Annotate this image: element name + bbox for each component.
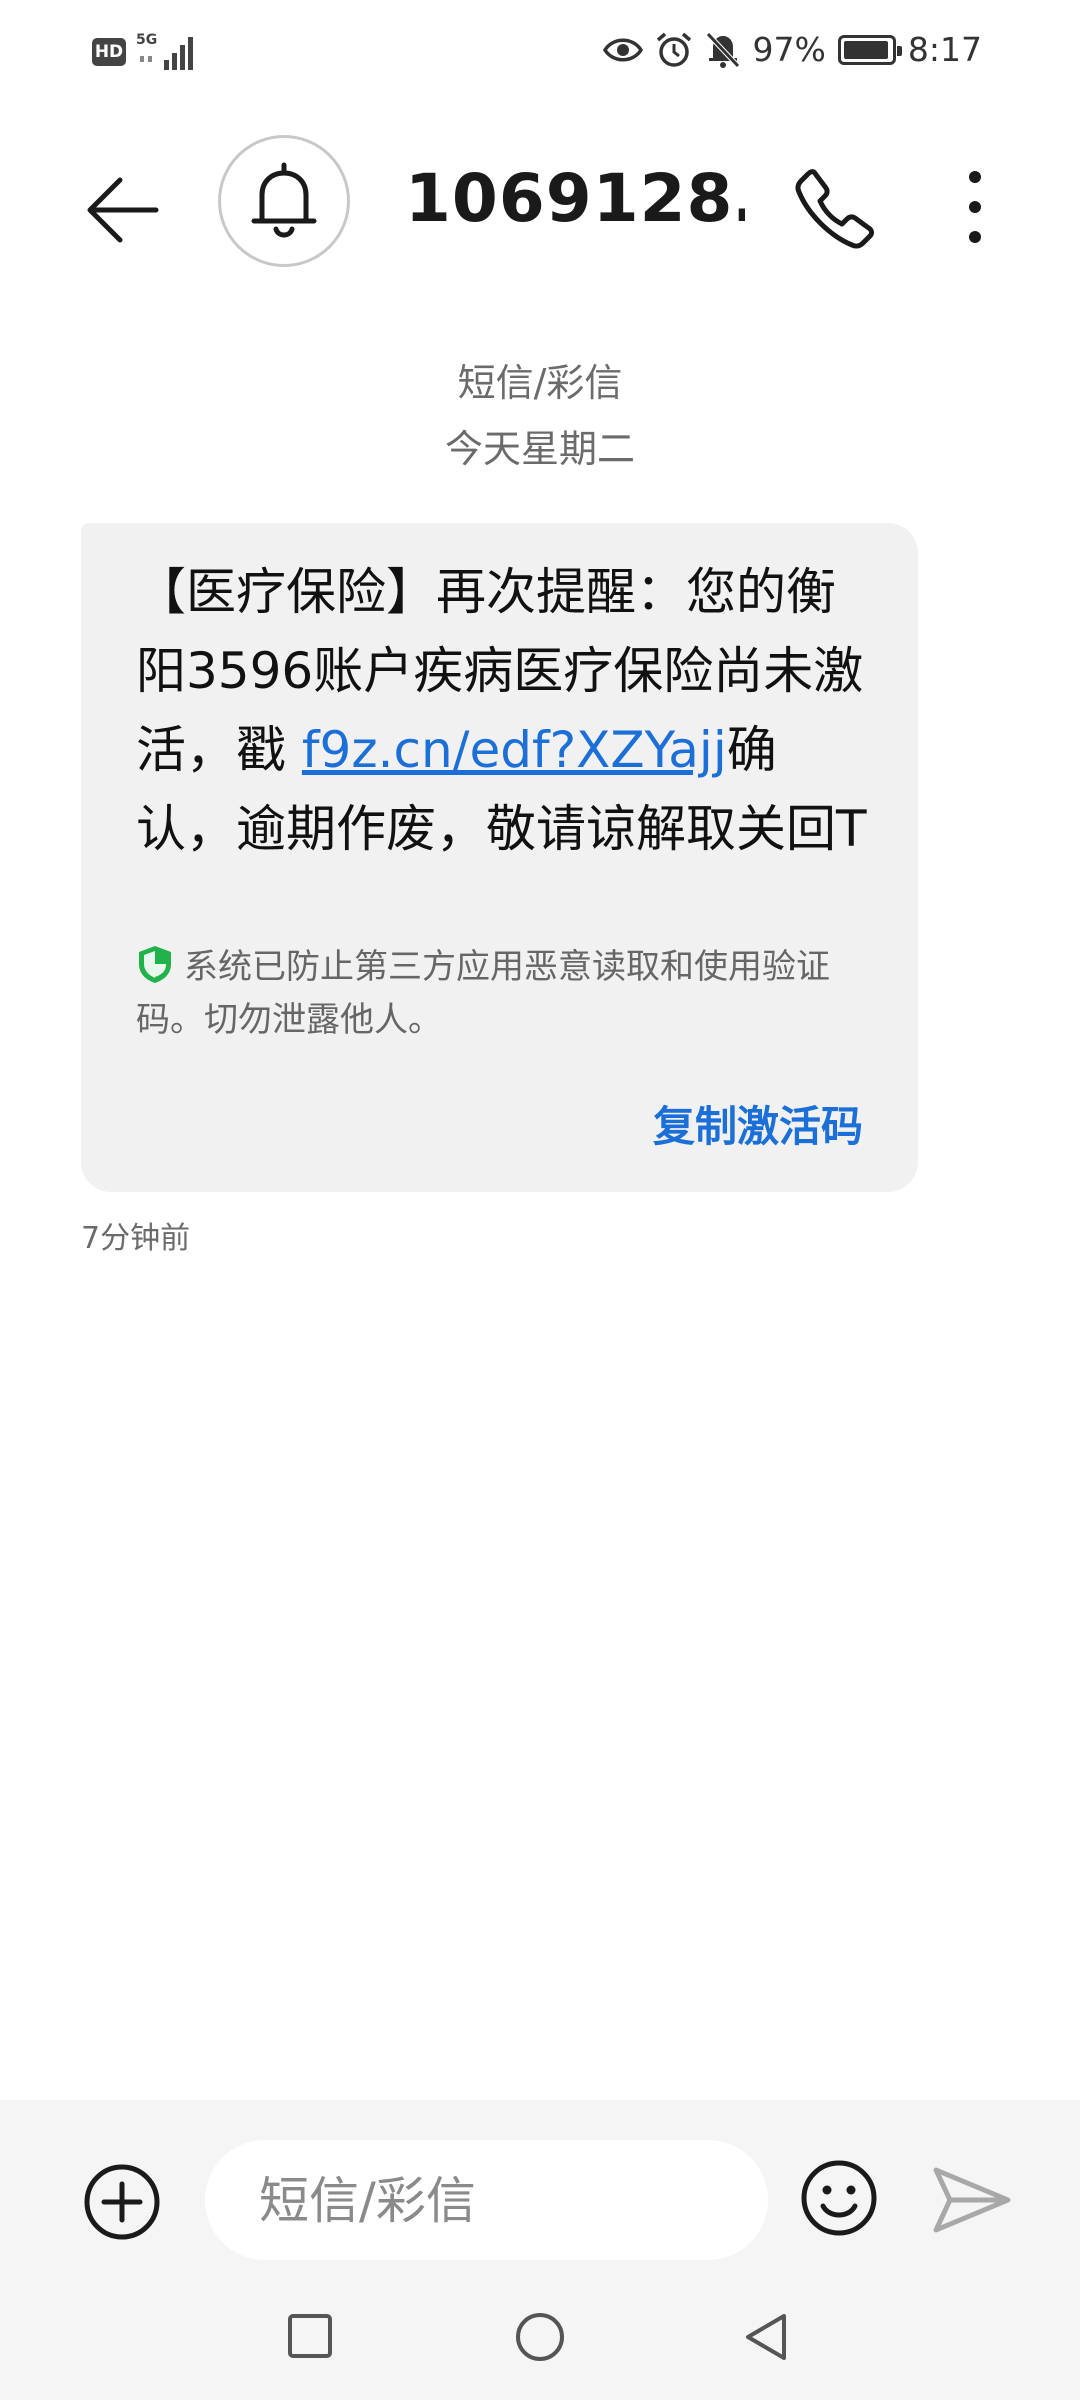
shield-icon [139,946,171,983]
status-bar: HD 5G 97% 8:17 [0,0,1080,110]
eye-icon [602,38,643,61]
send-icon[interactable] [930,2158,1014,2242]
battery-nub [896,45,902,56]
bell-avatar-icon [251,162,317,238]
home-icon[interactable] [513,2310,567,2364]
message-type-label: 短信/彩信 [457,361,623,405]
clock: 8:17 [907,30,982,69]
more-vertical-icon[interactable] [945,162,1005,252]
phone-icon[interactable] [790,162,880,252]
add-attachment-icon[interactable] [80,2160,164,2244]
message-text: 【医疗保险】再次提醒：您的衡阳3596账户疾病医疗保险尚未激活，戳 f9z.cn… [136,553,876,869]
message-timestamp: 7分钟前 [81,1221,191,1256]
date-separator: 今天星期二 [444,427,635,471]
mute-bell-icon [705,31,740,68]
signal-icon [140,37,193,70]
status-right: 97% 8:17 [602,30,982,69]
nav-back-icon[interactable] [740,2310,794,2364]
recent-apps-icon[interactable] [286,2312,334,2360]
conversation-header: 1069128… [0,120,1080,290]
network-indicator: 5G [136,32,200,72]
copy-activation-code-button[interactable]: 复制激活码 [653,1093,863,1154]
system-nav-bar [0,2290,1080,2400]
hd-badge: HD [92,38,126,66]
contact-number[interactable]: 1069128… [405,160,745,237]
alarm-icon [656,32,691,67]
messaging-screen: HD 5G 97% 8:17 1069128 短信/彩信 今天星期二 【医疗保险… [0,0,1080,2400]
security-notice: 系统已防止第三方应用恶意读取和使用验证码。切勿泄露他人。 [136,941,866,1047]
status-left: HD 5G [92,32,200,72]
message-link[interactable]: f9z.cn/edf?XZYajj [302,721,727,779]
battery-fill [843,40,889,59]
compose-field-container[interactable] [205,2140,768,2262]
emoji-icon[interactable] [797,2156,881,2240]
compose-input[interactable] [257,2140,741,2262]
back-arrow-icon[interactable] [78,165,168,255]
contact-avatar[interactable] [218,135,350,267]
battery-icon [837,34,902,65]
message-bubble[interactable]: 【医疗保险】再次提醒：您的衡阳3596账户疾病医疗保险尚未激活，戳 f9z.cn… [81,523,918,1192]
battery-percent: 97% [752,30,826,69]
security-notice-text: 系统已防止第三方应用恶意读取和使用验证码。切勿泄露他人。 [136,947,830,1040]
